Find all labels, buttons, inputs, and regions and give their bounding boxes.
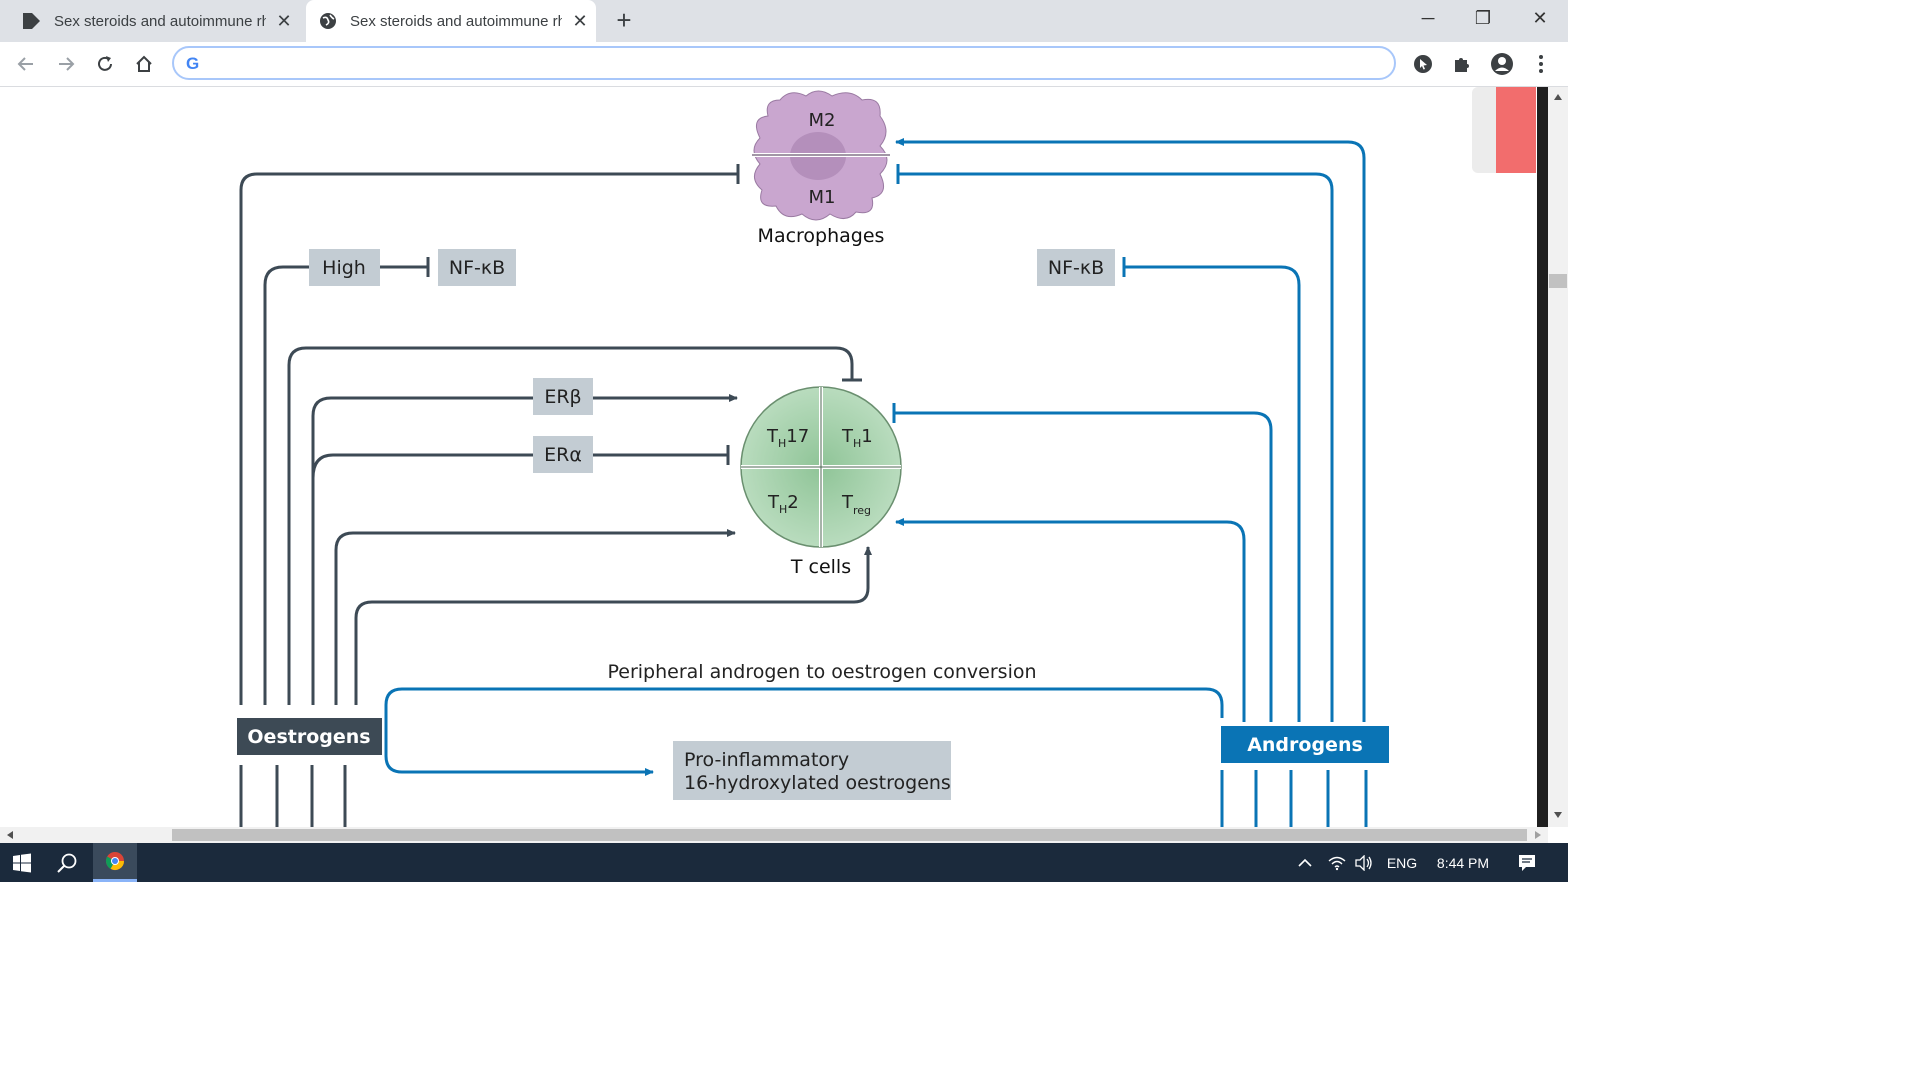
era-label: ERα <box>544 444 582 466</box>
globe-icon <box>318 11 338 31</box>
home-icon[interactable] <box>128 48 160 80</box>
window-close-icon[interactable]: ✕ <box>1518 4 1562 34</box>
androgens-label: Androgens <box>1247 734 1363 756</box>
nfkb-left-box: NF-κB <box>438 249 516 286</box>
notification-icon[interactable] <box>1512 843 1542 882</box>
back-icon[interactable] <box>10 48 42 80</box>
side-widget-tab[interactable] <box>1472 87 1496 173</box>
androgen-lines-below <box>1220 770 1368 827</box>
tab-title: Sex steroids and autoimmune rheumatic di… <box>350 12 562 30</box>
windows-start-icon[interactable] <box>0 843 44 882</box>
androgen-to-m2-arrow <box>895 138 1366 722</box>
proinflammatory-line2: 16-hydroxylated oestrogens <box>684 772 951 794</box>
scroll-down-icon <box>1554 812 1562 818</box>
erb-label: ERβ <box>544 386 581 408</box>
tab-strip: Sex steroids and autoimmune rheumatic di… <box>0 0 1568 42</box>
proinflammatory-box: Pro-inflammatory 16-hydroxylated oestrog… <box>673 741 951 800</box>
scroll-left-icon <box>7 831 13 839</box>
side-widget-red-panel[interactable] <box>1496 87 1536 173</box>
vertical-scrollbar[interactable] <box>1548 87 1568 827</box>
close-icon[interactable]: ✕ <box>276 11 292 32</box>
browser-toolbar: G <box>0 42 1568 87</box>
androgen-to-treg-arrow <box>895 518 1246 722</box>
oestrogens-box: Oestrogens <box>237 718 382 755</box>
chrome-taskbar-icon[interactable] <box>93 843 137 882</box>
macrophage-cell: M2 M1 Macrophages <box>752 90 890 247</box>
m2-label: M2 <box>809 110 836 131</box>
dark-side-strip <box>1537 87 1548 827</box>
volume-icon[interactable] <box>1352 843 1376 882</box>
windows-taskbar: ENG 8:44 PM <box>0 843 1568 882</box>
macrophages-label: Macrophages <box>758 225 885 247</box>
oestrogens-label: Oestrogens <box>247 726 370 748</box>
extensions-puzzle-icon[interactable] <box>1446 48 1478 80</box>
restore-icon[interactable]: ❐ <box>1461 4 1505 34</box>
language-label: ENG <box>1386 854 1418 871</box>
tcell-cluster: TH17 TH1 TH2 Treg T cells <box>740 386 902 578</box>
document-icon <box>22 11 42 31</box>
nfkb-right-label: NF-κB <box>1048 257 1104 279</box>
reload-icon[interactable] <box>89 48 121 80</box>
erb-box: ERβ <box>533 378 593 415</box>
androgens-box: Androgens <box>1221 726 1389 763</box>
scroll-up-icon <box>1554 94 1562 100</box>
minimize-icon[interactable]: ─ <box>1406 4 1450 34</box>
androgen-to-nfkb-line <box>1124 265 1301 722</box>
proinflammatory-line1: Pro-inflammatory <box>684 749 849 771</box>
hormone-diagram: M2 M1 Macrophages TH17 TH1 TH2 Treg T ce… <box>237 90 1389 827</box>
nfkb-left-label: NF-κB <box>449 257 505 279</box>
oestrogen-to-erb-line <box>311 396 535 705</box>
tcells-label: T cells <box>790 556 851 578</box>
horizontal-scrollbar[interactable] <box>0 827 1548 843</box>
tab-title: Sex steroids and autoimmune rheumatic di… <box>54 12 266 30</box>
high-box: High <box>309 249 380 286</box>
nfkb-right-box: NF-κB <box>1037 249 1115 286</box>
address-input[interactable] <box>214 53 1378 75</box>
page-content: M2 M1 Macrophages TH17 TH1 TH2 Treg T ce… <box>0 87 1537 827</box>
new-tab-button[interactable]: + <box>612 6 636 34</box>
scroll-right-icon <box>1535 831 1541 839</box>
scroll-thumb <box>1549 274 1567 288</box>
forward-icon[interactable] <box>50 48 82 80</box>
search-icon[interactable] <box>47 843 87 882</box>
clock[interactable]: 8:44 PM <box>1428 843 1498 882</box>
horizontal-scroll-thumb[interactable] <box>172 829 1527 841</box>
wifi-icon[interactable] <box>1325 843 1349 882</box>
language-indicator[interactable]: ENG <box>1382 843 1422 882</box>
era-box: ERα <box>533 436 593 473</box>
time-label: 8:44 PM <box>1436 854 1490 871</box>
tab-inactive[interactable]: Sex steroids and autoimmune rheumatic di… <box>0 0 300 42</box>
high-label: High <box>322 257 366 279</box>
tab-active[interactable]: Sex steroids and autoimmune rheumatic di… <box>306 0 596 42</box>
google-icon: G <box>186 54 200 73</box>
address-bar[interactable]: G <box>172 46 1396 80</box>
oestrogen-lines-below <box>239 765 347 827</box>
chevron-up-icon[interactable] <box>1293 843 1317 882</box>
profile-icon[interactable] <box>1486 48 1518 80</box>
m1-label: M1 <box>809 187 836 208</box>
close-icon[interactable]: ✕ <box>572 11 588 32</box>
oestrogen-to-era-line <box>311 453 535 479</box>
conversion-label: Peripheral androgen to oestrogen convers… <box>607 661 1036 683</box>
th17-label: TH17 <box>766 426 809 450</box>
extension-cursor-icon[interactable] <box>1407 48 1439 80</box>
menu-kebab-icon[interactable] <box>1525 48 1557 80</box>
